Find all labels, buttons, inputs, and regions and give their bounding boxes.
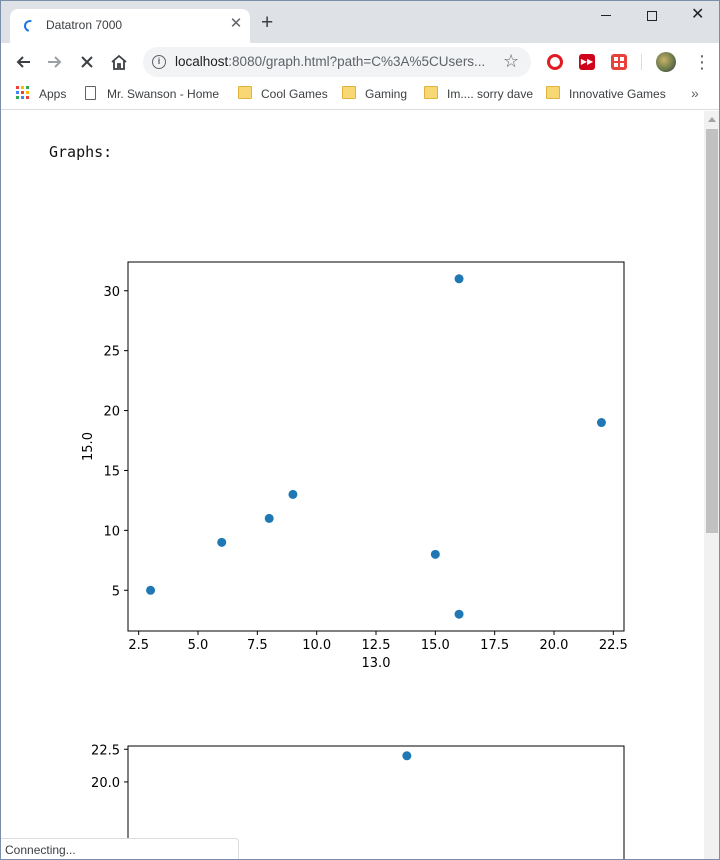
page-viewport: Graphs: 2.5 5.0 7.5 10.0 12.5 15.0 17.5 20.0 22.… [2, 111, 704, 859]
loading-spinner-icon [21, 17, 39, 35]
arrow-left-icon [16, 56, 30, 68]
folder-icon [546, 86, 560, 99]
stop-icon [81, 56, 93, 68]
y-tick-label: 22.5 [91, 743, 120, 758]
page-icon [85, 86, 96, 100]
url-text[interactable]: localhost:8080/graph.html?path=C%3A%5CUs… [175, 54, 485, 69]
close-window-button[interactable]: ✕ [675, 1, 719, 31]
vertical-scrollbar[interactable] [704, 111, 719, 859]
bookmark-label: Apps [39, 87, 67, 101]
tab-datatron[interactable]: Datatron 7000 ✕ [10, 9, 250, 43]
folder-icon [238, 86, 252, 99]
browser-toolbar: i localhost:8080/graph.html?path=C%3A%5C… [1, 43, 719, 80]
scroll-up-icon[interactable] [708, 117, 716, 122]
bookmarks-bar: Apps Mr. Swanson - Home Cool Games Gamin… [1, 80, 719, 110]
forward-button[interactable] [42, 49, 68, 75]
status-bar: Connecting... [1, 838, 239, 859]
home-button[interactable] [106, 49, 132, 75]
bookmark-label: Innovative Games [569, 87, 666, 101]
scatter-chart-2: 20.0 22.5 [91, 743, 625, 859]
arrow-right-icon [48, 56, 62, 68]
folder-icon [342, 86, 356, 99]
bookmark-label: Mr. Swanson - Home [107, 87, 220, 101]
bookmark-label: Im.... sorry dave [447, 87, 534, 101]
scatter-point [402, 751, 412, 761]
toolbar-divider [641, 54, 642, 70]
close-icon: ✕ [691, 6, 705, 23]
tab-strip: Datatron 7000 ✕ + ✕ [1, 1, 719, 43]
media-extension-icon[interactable]: ▶▶ [579, 54, 595, 70]
address-bar[interactable]: i localhost:8080/graph.html?path=C%3A%5C… [143, 47, 531, 77]
tab-close-icon[interactable]: ✕ [228, 16, 244, 32]
maximize-icon [647, 11, 657, 21]
browser-window: Datatron 7000 ✕ + ✕ i localhost:8080/gra… [0, 0, 720, 860]
bookmark-label: Gaming [365, 87, 408, 101]
home-icon [111, 54, 127, 70]
bookmark-star-icon[interactable]: ☆ [503, 51, 519, 72]
opera-extension-icon[interactable] [547, 54, 563, 70]
grid-extension-icon[interactable] [611, 54, 627, 70]
stop-button[interactable] [74, 49, 100, 75]
tab-title: Datatron 7000 [46, 18, 123, 32]
scrollbar-thumb[interactable] [706, 129, 718, 533]
minimize-button[interactable] [583, 1, 629, 31]
maximize-button[interactable] [629, 1, 675, 31]
folder-icon [424, 86, 438, 99]
new-tab-button[interactable]: + [261, 12, 273, 33]
back-button[interactable] [10, 49, 36, 75]
y-tick-label: 20.0 [91, 776, 120, 791]
bookmark-label: Cool Games [261, 87, 328, 101]
info-icon[interactable]: i [152, 55, 166, 69]
kebab-menu-icon[interactable]: ⋮ [693, 52, 711, 72]
profile-avatar[interactable] [656, 52, 676, 72]
more-bookmarks-chevron-icon[interactable]: » [691, 85, 699, 101]
minimize-icon [601, 15, 611, 16]
apps-grid-icon [16, 86, 30, 100]
